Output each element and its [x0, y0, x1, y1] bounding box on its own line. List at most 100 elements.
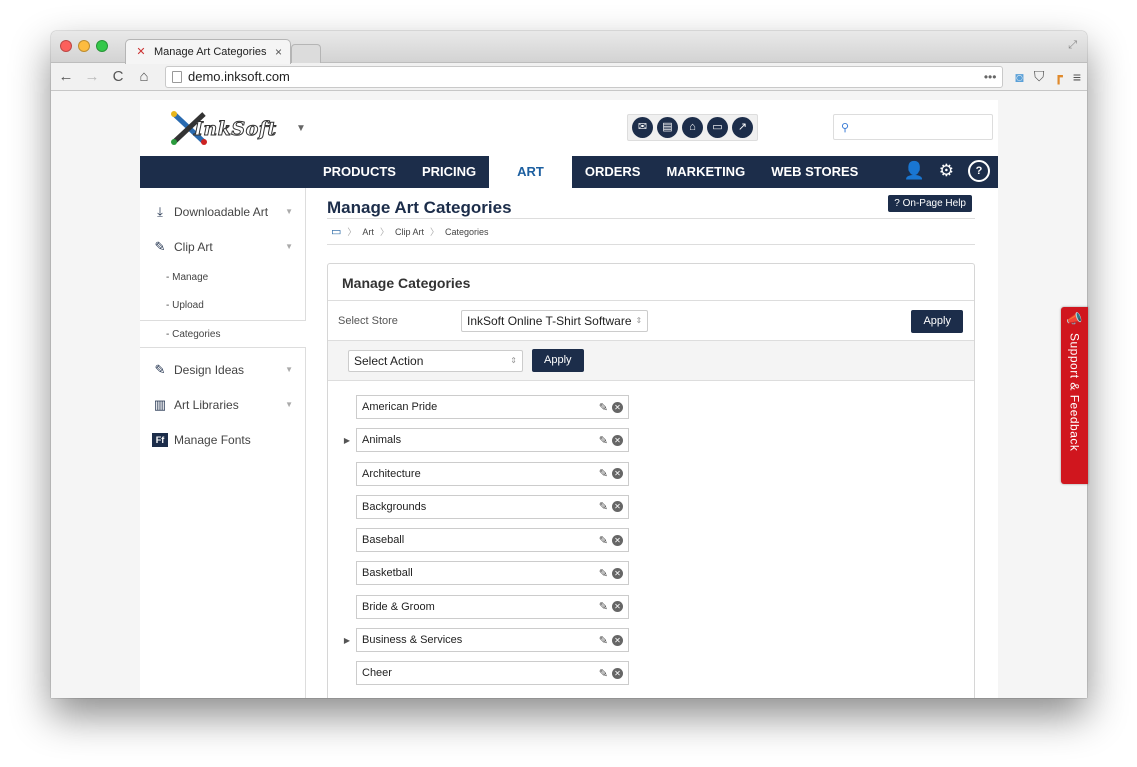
category-name: Bride & Groom [362, 600, 435, 613]
pocket-icon[interactable]: ⛉ [1034, 68, 1045, 85]
delete-icon[interactable]: ✕ [612, 634, 623, 646]
expand-arrow-icon[interactable]: ▶ [338, 636, 356, 645]
sidebar-item-label: Art Libraries [174, 397, 239, 412]
sidebar-item-downloadable-art[interactable]: ⤓ Downloadable Art ▼ [140, 194, 305, 229]
sidebar-item-label: Design Ideas [174, 362, 245, 377]
delete-icon[interactable]: ✕ [612, 501, 623, 513]
select-arrows-icon: ⇕ [510, 356, 517, 365]
on-page-help-button[interactable]: ? On-Page Help [888, 195, 972, 212]
sidebar-sub-manage[interactable]: - Manage [140, 264, 305, 292]
sidebar-item-label: Clip Art [174, 239, 213, 254]
computer-icon[interactable]: ▭ [331, 225, 341, 238]
breadcrumb: ▭ 〉 Art 〉 Clip Art 〉 Categories [327, 219, 975, 245]
action-select[interactable]: Select Action ⇕ [348, 349, 523, 372]
edit-pencil-icon[interactable]: ✎ [599, 634, 608, 647]
close-window-button[interactable] [60, 40, 72, 52]
store-select[interactable]: InkSoft Online T-Shirt Software ⇕ [461, 309, 649, 332]
category-row: American Pride ✎ ✕ [338, 395, 974, 419]
nav-pricing[interactable]: PRICING [409, 156, 489, 188]
web-viewport: InkSoft ▼ ✉ ▤ ⌂ ▭ ↗ ⚲ PRODUCTS PRICING A… [51, 92, 1087, 698]
more-icon[interactable]: ••• [984, 70, 997, 84]
store-apply-button[interactable]: Apply [911, 310, 963, 333]
store-select-value: InkSoft Online T-Shirt Software [467, 313, 632, 328]
nav-art[interactable]: ART [489, 156, 572, 188]
sidebar-item-art-libraries[interactable]: ▥ Art Libraries ▼ [140, 387, 305, 422]
delete-icon[interactable]: ✕ [612, 601, 623, 613]
breadcrumb-clip-art[interactable]: Clip Art [395, 227, 424, 237]
help-icon[interactable]: ? [968, 160, 990, 182]
sidebar-sub-categories[interactable]: - Categories [140, 320, 306, 348]
extension-icon[interactable]: ◙ [1015, 69, 1023, 85]
edit-pencil-icon[interactable]: ✎ [599, 467, 608, 480]
menu-icon[interactable]: ≡ [1073, 69, 1081, 85]
fullscreen-icon[interactable]: ⤢ [1068, 39, 1077, 52]
edit-pencil-icon[interactable]: ✎ [599, 667, 608, 680]
category-row: Baseball ✎ ✕ [338, 528, 974, 553]
home-icon[interactable]: ⌂ [135, 68, 153, 85]
category-item[interactable]: Cheer ✎ ✕ [356, 661, 629, 686]
category-row: ▶ Animals ✎ ✕ [338, 428, 974, 453]
delete-icon[interactable]: ✕ [612, 468, 623, 480]
category-item[interactable]: Business & Services ✎ ✕ [356, 628, 629, 653]
category-row: Architecture ✎ ✕ [338, 461, 974, 486]
quick-icons: ✉ ▤ ⌂ ▭ ↗ [627, 114, 758, 141]
sidebar-sub-upload[interactable]: - Upload [140, 292, 305, 320]
edit-pencil-icon[interactable]: ✎ [599, 500, 608, 513]
nav-orders[interactable]: ORDERS [572, 156, 654, 188]
reports-icon[interactable]: ↗ [732, 117, 753, 138]
breadcrumb-art[interactable]: Art [362, 227, 374, 237]
delete-icon[interactable]: ✕ [612, 534, 623, 546]
action-apply-button[interactable]: Apply [532, 349, 584, 372]
support-feedback-label: Support & Feedback [1067, 333, 1082, 452]
search-input[interactable]: ⚲ [833, 114, 993, 140]
mail-icon[interactable]: ✉ [632, 117, 653, 138]
action-row: Select Action ⇕ Apply [328, 341, 974, 381]
edit-pencil-icon[interactable]: ✎ [599, 534, 608, 547]
zoom-window-button[interactable] [96, 40, 108, 52]
gear-icon[interactable]: ⚙ [939, 161, 954, 181]
bookmark-icon[interactable]: ┏ [1054, 68, 1062, 85]
delete-icon[interactable]: ✕ [612, 434, 623, 446]
nav-products[interactable]: PRODUCTS [310, 156, 409, 188]
logo[interactable]: InkSoft ▼ [170, 110, 306, 146]
notes-icon[interactable]: ▤ [657, 117, 678, 138]
megaphone-icon: 📣 [1066, 311, 1083, 326]
sidebar-item-clip-art[interactable]: ✎ Clip Art ▼ [140, 229, 305, 264]
delete-icon[interactable]: ✕ [612, 567, 623, 579]
reload-icon[interactable]: C [109, 68, 127, 85]
edit-pencil-icon[interactable]: ✎ [599, 401, 608, 414]
category-item[interactable]: Baseball ✎ ✕ [356, 528, 629, 553]
edit-pencil-icon[interactable]: ✎ [599, 434, 608, 447]
tab-close-icon[interactable]: × [275, 45, 282, 59]
delete-icon[interactable]: ✕ [612, 401, 623, 413]
category-item[interactable]: Architecture ✎ ✕ [356, 461, 629, 486]
edit-pencil-icon[interactable]: ✎ [599, 567, 608, 580]
category-item[interactable]: Bride & Groom ✎ ✕ [356, 594, 629, 619]
nav-web-stores[interactable]: WEB STORES [758, 156, 871, 188]
minimize-window-button[interactable] [78, 40, 90, 52]
monitor-icon[interactable]: ▭ [707, 117, 728, 138]
back-icon[interactable]: ← [57, 68, 75, 85]
store-home-icon[interactable]: ⌂ [682, 117, 703, 138]
expand-arrow-icon[interactable]: ▶ [338, 436, 356, 445]
chevron-down-icon[interactable]: ▼ [296, 123, 306, 134]
nav-marketing[interactable]: MARKETING [653, 156, 758, 188]
new-tab-button[interactable] [291, 44, 321, 63]
browser-window: ✕ Manage Art Categories × ⤢ ← → C ⌂ demo… [51, 31, 1087, 698]
browser-tab[interactable]: ✕ Manage Art Categories × [125, 39, 291, 64]
address-bar[interactable]: demo.inksoft.com ••• [165, 65, 1004, 88]
store-row: Select Store InkSoft Online T-Shirt Soft… [328, 301, 974, 341]
support-feedback-tab[interactable]: 📣 Support & Feedback [1061, 307, 1088, 484]
forward-icon[interactable]: → [83, 68, 101, 85]
sidebar-item-manage-fonts[interactable]: Ff Manage Fonts [140, 422, 305, 457]
category-item[interactable]: American Pride ✎ ✕ [356, 395, 629, 419]
favicon-icon: ✕ [136, 46, 146, 58]
logo-text: InkSoft [194, 118, 277, 141]
category-item[interactable]: Backgrounds ✎ ✕ [356, 494, 629, 519]
edit-pencil-icon[interactable]: ✎ [599, 600, 608, 613]
category-item[interactable]: Basketball ✎ ✕ [356, 561, 629, 586]
delete-icon[interactable]: ✕ [612, 667, 623, 679]
category-item[interactable]: Animals ✎ ✕ [356, 428, 629, 453]
user-icon[interactable]: 👤 [904, 161, 925, 181]
sidebar-item-design-ideas[interactable]: ✎ Design Ideas ▼ [140, 352, 305, 387]
